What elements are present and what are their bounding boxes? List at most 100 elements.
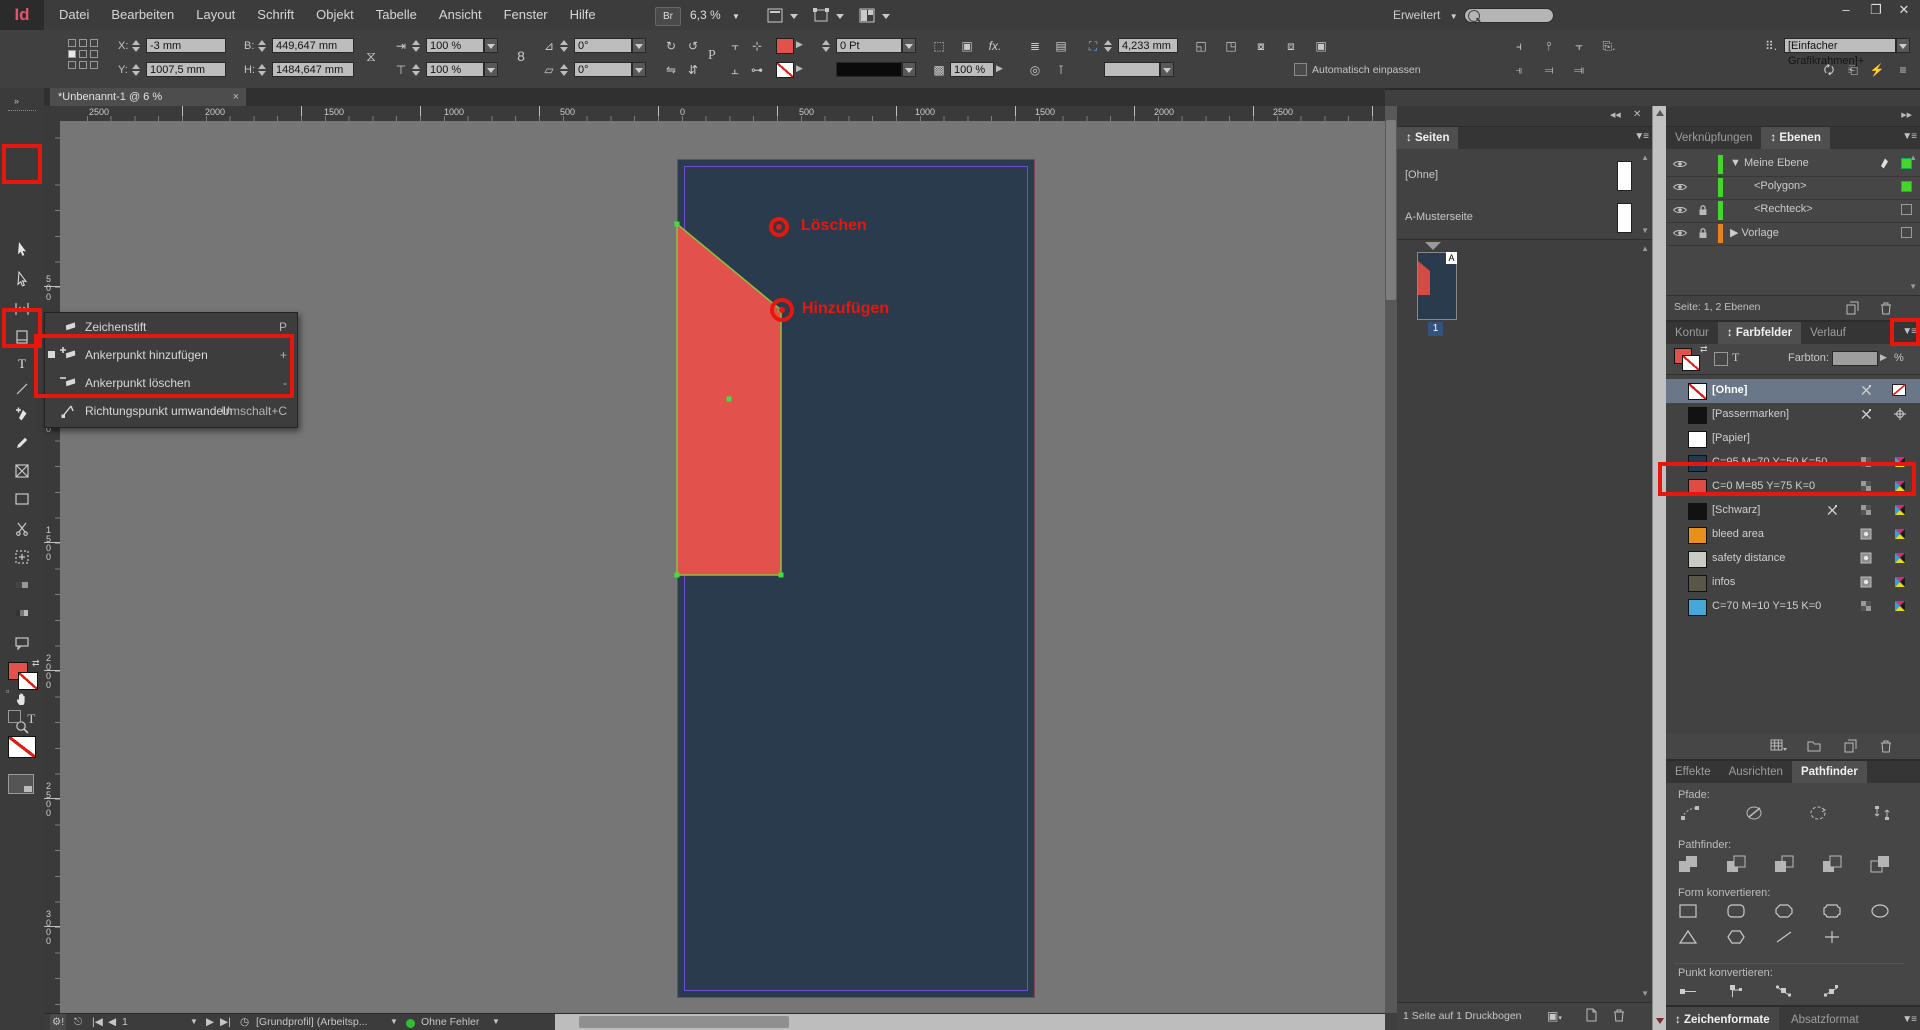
tab-farbfelder[interactable]: ↕ Farbfelder [1718,322,1801,344]
shear-spinner[interactable] [560,62,569,77]
layer-name[interactable]: ▶ Vorlage [1730,226,1779,239]
rotate-cw-icon[interactable]: ↻ [662,38,680,54]
swatches-stroke-proxy[interactable] [1682,355,1700,371]
object-style-dropdown[interactable] [1896,38,1910,53]
convert-shape-icon-4[interactable] [1870,903,1890,922]
visibility-eye-icon[interactable] [1672,225,1688,244]
convert-point-icon-1[interactable] [1726,983,1746,1002]
quick-apply-icon[interactable]: ⚡ [1868,62,1886,78]
toolbar-stroke-swatch[interactable] [18,672,38,690]
ruler-origin-box[interactable] [44,106,61,122]
page-number-label[interactable]: 1 [1428,322,1443,336]
line-tool[interactable] [6,378,38,404]
swatch-row-bleed-area[interactable]: bleed area [1666,523,1920,547]
tab-verlauf[interactable]: Verlauf [1801,322,1855,344]
convert-shape-icon-3[interactable] [1822,903,1842,922]
swap-fill-stroke-icon[interactable]: ⇄ [1700,344,1708,355]
path-op-icon-2[interactable] [1808,805,1828,824]
swatch-row-c-0-m-85-y-75-k-0[interactable]: C=0 M=85 Y=75 K=0 [1666,475,1920,499]
page-thumbnail[interactable]: A [1417,252,1457,320]
stroke-color-swatch[interactable] [776,62,794,78]
master-item[interactable]: A-Musterseite [1397,199,1652,237]
no-text-wrap-icon[interactable]: ≣ [1026,38,1044,54]
tab-kontur[interactable]: Kontur [1666,322,1718,344]
layers-panel-menu-icon[interactable]: ▼≡ [1902,131,1916,142]
scroll-down-icon[interactable]: ▼ [1909,282,1917,291]
new-swatch-icon[interactable] [1842,738,1858,757]
convert-point-icon-0[interactable] [1678,983,1698,1002]
pages-panel-menu-icon[interactable]: ▼≡ [1634,131,1648,142]
convert-point-icon-2[interactable] [1774,983,1794,1002]
menu-layout[interactable]: Layout [185,0,246,30]
break-link-style-icon[interactable]: ⎗ [1844,62,1862,78]
align-options-icon[interactable]: ⎘. [1600,38,1618,54]
stroke-weight-dropdown[interactable] [902,38,916,53]
master-item[interactable]: [Ohne] [1397,157,1652,195]
fill-color-swatch[interactable] [776,38,794,54]
formatting-text-icon[interactable]: T [27,711,35,726]
pathfinder-exclude-icon[interactable] [1822,855,1842,876]
tab-ausrichten[interactable]: Ausrichten [1720,761,1792,783]
menu-bearbeiten[interactable]: Bearbeiten [100,0,185,30]
fit-content-proportionally-icon[interactable]: ◱ [1192,38,1210,54]
distribute-left-icon[interactable]: ⫣ [1510,62,1528,78]
pencil-tool[interactable] [6,432,38,458]
view-options-dropdown[interactable] [766,7,802,24]
flip-vertical-icon[interactable]: ⇵ [684,62,702,78]
visibility-eye-icon[interactable] [1672,202,1688,221]
convert-shape-icon-7[interactable] [1774,929,1794,948]
delete-layer-icon[interactable] [1878,300,1894,319]
h-spinner[interactable] [258,62,267,77]
new-swatch-group-icon[interactable] [1806,738,1822,757]
layer-selection-square[interactable] [1901,158,1912,169]
toolbar-expand-icon[interactable]: » [14,96,20,106]
visibility-eye-icon[interactable] [1672,156,1688,175]
pathfinder-minusback-icon[interactable] [1870,855,1890,876]
close-button[interactable]: ✕ [1890,0,1918,22]
first-page-icon[interactable]: |◀ [92,1014,103,1030]
swap-fill-stroke-icon[interactable]: ⇄ [32,658,40,669]
rotate-dropdown[interactable] [632,38,646,53]
rotate-ccw-icon[interactable]: ↺ [684,38,702,54]
close-dock-icon[interactable]: ✕ [1633,109,1641,120]
h-field[interactable]: 1484,647 mm [272,62,354,77]
collapse-dock-icon[interactable]: ◀◀ [1610,111,1621,119]
delete-page-icon[interactable] [1611,1007,1627,1026]
constrain-scale-icon[interactable]: 8 [512,48,530,64]
fit-content-to-frame-icon[interactable]: ▣ [1312,38,1330,54]
gradient-tool[interactable] [6,574,38,600]
distribute-right-icon[interactable]: ⫥ [1570,62,1588,78]
formatting-container-icon[interactable] [8,710,21,723]
menu-item-zeichenstift[interactable]: ZeichenstiftP [45,313,297,341]
swatch-row--schwarz-[interactable]: [Schwarz] [1666,499,1920,523]
last-page-icon[interactable]: ▶| [220,1014,231,1030]
path-op-icon-1[interactable] [1744,805,1764,824]
convert-shape-icon-0[interactable] [1678,903,1698,922]
stroke-type-dropdown[interactable] [1160,62,1174,77]
scroll-down-icon[interactable]: ▼ [1641,226,1649,235]
path-op-icon-3[interactable] [1872,805,1892,824]
scale-y-spinner[interactable] [412,62,421,77]
swatch-row-c-95-m-70-y-50-k-50[interactable]: C=95 M=70 Y=50 K=50 [1666,451,1920,475]
pathfinder-subtract-icon[interactable] [1726,855,1746,876]
vertical-ruler[interactable]: 5 0 01 0 0 01 5 0 02 0 0 02 5 0 03 0 0 0 [44,121,61,1013]
dock-scroll-down[interactable] [1656,1018,1664,1024]
path-op-icon-0[interactable] [1680,805,1700,824]
layer-row[interactable]: <Rechteck> [1666,199,1920,223]
document-tab[interactable]: *Unbenannt-1 @ 6 % × [50,88,246,106]
layer-selection-square[interactable] [1901,227,1912,238]
convert-shape-icon-1[interactable] [1726,903,1746,922]
next-page-icon[interactable]: ▶ [206,1014,214,1030]
delete-swatch-icon[interactable] [1878,738,1894,757]
minimize-button[interactable]: – [1832,0,1860,22]
expand-dock-icon[interactable]: ▶▶ [1901,111,1912,119]
frame-edges-dropdown[interactable] [812,7,848,24]
export-icon[interactable]: ⎋ [74,1014,82,1030]
align-left-icon[interactable]: ⫞ [1510,38,1528,54]
w-field[interactable]: 449,647 mm [272,38,354,53]
distribute-center-icon[interactable]: ⫤ [1540,62,1558,78]
workspace-switcher[interactable]: Erweitert ▼ [1393,0,1458,30]
select-content-icon[interactable]: ⊹ [748,38,766,54]
zoom-level-dropdown[interactable]: 6,3 % ▼ [690,0,740,30]
clear-overrides-icon[interactable]: 🗘 [1820,62,1838,78]
